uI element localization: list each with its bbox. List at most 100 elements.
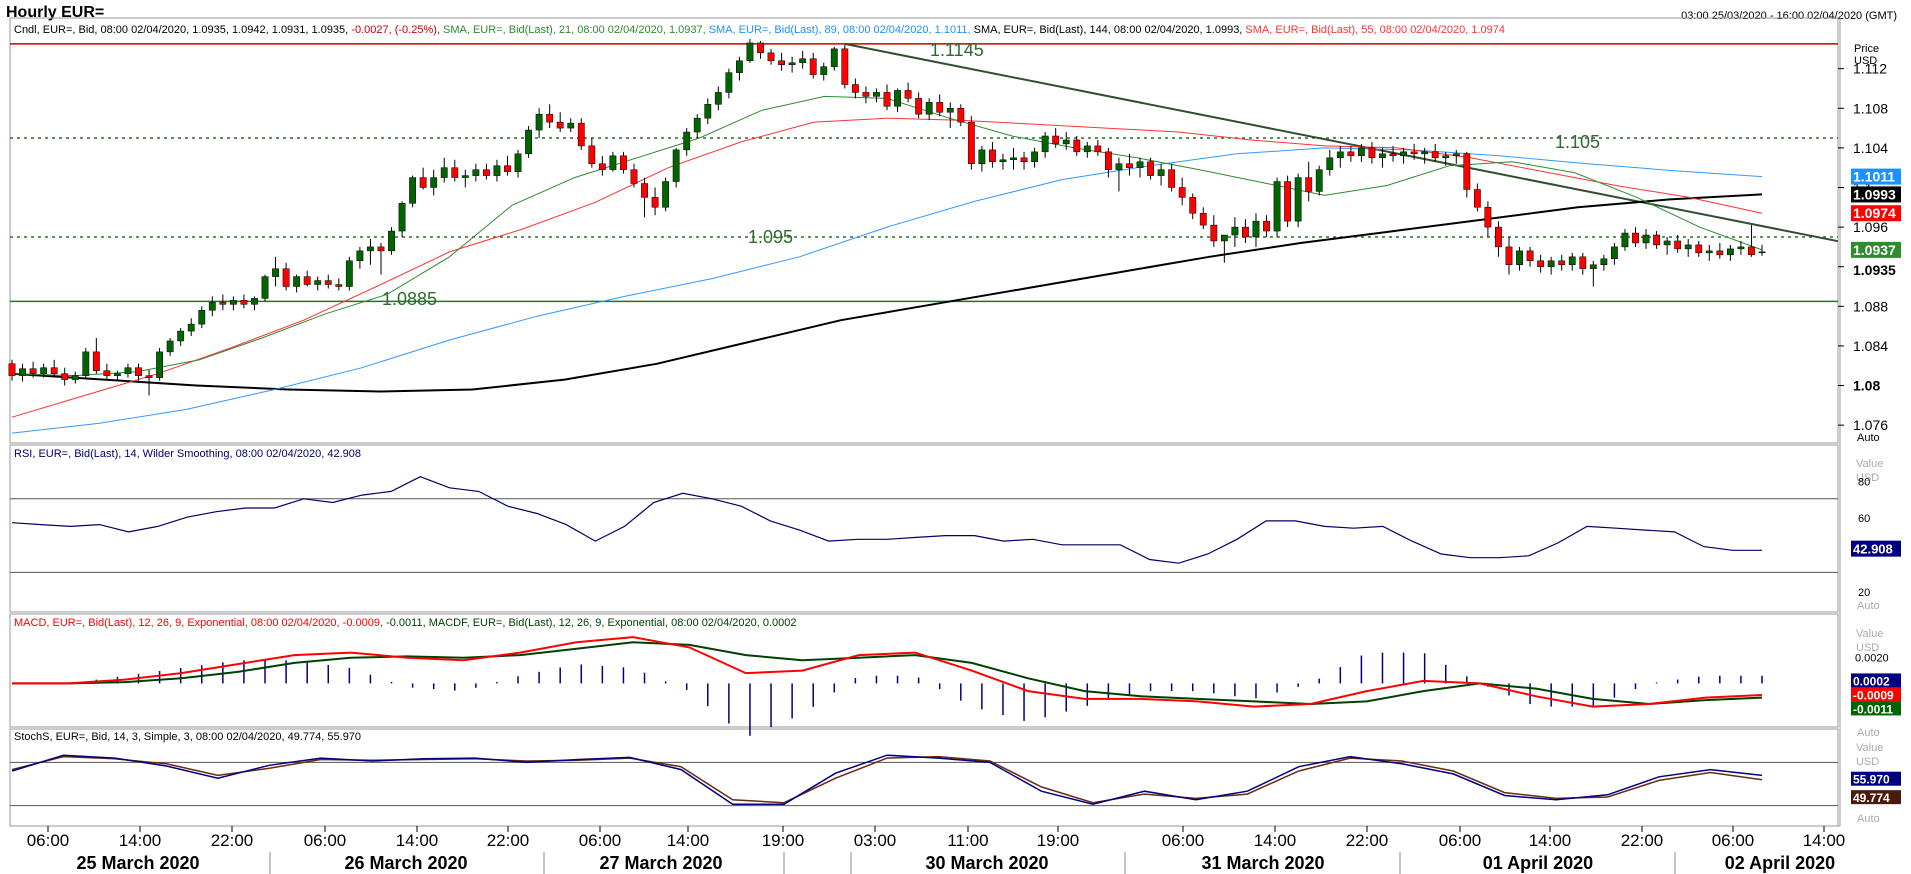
- candle-body: [778, 60, 785, 65]
- panel-frame: [9, 444, 1839, 613]
- sma144-badge: 1.0993: [1853, 186, 1896, 202]
- candle-body: [704, 104, 712, 119]
- candle: [166, 338, 174, 356]
- candle-body: [29, 368, 37, 374]
- candle: [946, 102, 954, 129]
- macd-badge: -0.0009: [1853, 688, 1894, 702]
- date-label: 02 April 2020: [1725, 853, 1835, 873]
- candle-body: [577, 122, 585, 147]
- candle-body: [809, 58, 817, 75]
- candle-body: [135, 367, 142, 376]
- candle: [1178, 177, 1186, 206]
- candle: [1273, 177, 1281, 237]
- candle: [609, 151, 617, 172]
- candle-body: [662, 181, 670, 208]
- date-label: 25 March 2020: [76, 853, 199, 873]
- candle-body: [735, 60, 743, 73]
- candle: [630, 163, 638, 188]
- candle-body: [1031, 151, 1039, 162]
- candle-body: [514, 153, 522, 172]
- candle-body: [461, 175, 469, 178]
- candle-body: [1452, 153, 1460, 157]
- candle: [493, 159, 501, 182]
- candle-body: [1305, 177, 1313, 192]
- candle-body: [92, 351, 100, 371]
- sma21-badge: 1.0937: [1853, 242, 1896, 258]
- candle-body: [672, 149, 680, 182]
- candle-body: [388, 230, 395, 252]
- price-tick-label: 1.108: [1853, 100, 1888, 116]
- price-tick-label: 1.104: [1853, 140, 1888, 156]
- candle: [1336, 145, 1344, 168]
- candle-body: [240, 300, 248, 305]
- rsi-tick-label: 60: [1858, 513, 1870, 525]
- candle: [1157, 163, 1165, 186]
- candle-body: [1748, 246, 1755, 256]
- candle-body: [1136, 161, 1144, 168]
- candle: [1695, 240, 1703, 257]
- candle-body: [1663, 240, 1671, 246]
- candle-body: [409, 177, 417, 204]
- candle-body: [904, 90, 912, 99]
- candle: [598, 155, 606, 176]
- candle: [240, 294, 248, 309]
- candle-body: [1632, 232, 1639, 244]
- candle-body: [1168, 169, 1176, 188]
- candle-body: [335, 284, 343, 287]
- candle: [1315, 165, 1323, 196]
- candle: [704, 98, 712, 125]
- rsi-tick-label: 80: [1858, 476, 1870, 488]
- candle: [156, 347, 164, 381]
- sma55-line: [11, 117, 1763, 418]
- stoch-auto: Auto: [1857, 813, 1880, 825]
- time-tick-label: 22:00: [487, 831, 530, 850]
- candle: [472, 163, 480, 182]
- candle-body: [1589, 264, 1597, 269]
- candle: [198, 306, 206, 329]
- candle-body: [82, 351, 90, 376]
- candle-body: [820, 66, 828, 75]
- rsi-badge: 42.908: [1853, 542, 1893, 557]
- candle-body: [1336, 151, 1344, 159]
- candle: [1305, 161, 1313, 202]
- candle: [504, 155, 511, 176]
- candle-body: [1294, 177, 1302, 222]
- last-price-badge: 1.0935: [1853, 262, 1896, 278]
- candle: [957, 104, 965, 127]
- candle-body: [261, 276, 269, 299]
- candle: [1589, 260, 1597, 287]
- candle-body: [40, 367, 48, 374]
- time-tick-label: 14:00: [667, 831, 710, 850]
- rsi-tick-label: 20: [1858, 587, 1870, 599]
- candle-body: [377, 246, 385, 252]
- candle-body: [293, 276, 301, 287]
- candle-body: [1347, 151, 1355, 157]
- candle-body: [114, 373, 121, 376]
- candle: [187, 318, 195, 337]
- time-tick-label: 14:00: [1803, 831, 1846, 850]
- chart-canvas[interactable]: PriceUSD1.1121.1081.1041.11.0961.0921.08…: [0, 0, 1911, 874]
- candle-body: [251, 298, 258, 305]
- annotation-1.1145: 1.1145: [930, 40, 984, 60]
- candle: [71, 371, 79, 384]
- candle-body: [1389, 153, 1397, 157]
- candle-body: [1010, 157, 1017, 161]
- candle-body: [1600, 258, 1608, 265]
- time-tick-label: 14:00: [1529, 831, 1572, 850]
- candle: [1705, 244, 1713, 261]
- candle: [1674, 235, 1682, 253]
- candle-body: [609, 155, 617, 170]
- candle: [324, 274, 332, 289]
- candle: [388, 227, 395, 255]
- candle-body: [229, 300, 237, 305]
- candle-body: [1199, 212, 1207, 226]
- rsi-axis-title: Value: [1856, 458, 1883, 470]
- candle-body: [862, 92, 870, 97]
- candle-body: [788, 62, 796, 65]
- candle: [1115, 157, 1123, 192]
- candle: [282, 262, 290, 291]
- candle: [1579, 252, 1587, 275]
- candle-body: [124, 367, 132, 374]
- price-axis-title: Price: [1854, 43, 1879, 55]
- candle-body: [1431, 151, 1439, 159]
